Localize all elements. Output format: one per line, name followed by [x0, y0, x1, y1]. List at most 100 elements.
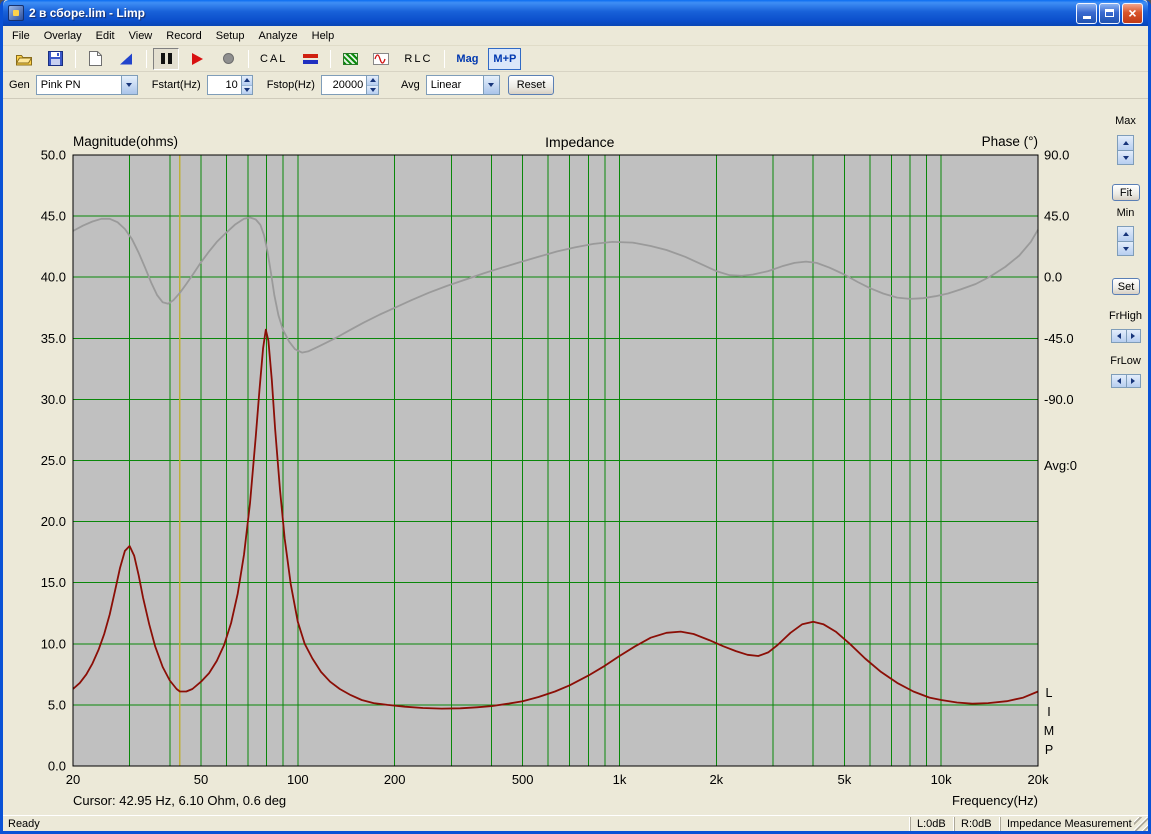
- right-arrow-icon: [1131, 333, 1136, 339]
- document-icon: [88, 51, 102, 66]
- frlow-right-button[interactable]: [1125, 374, 1141, 388]
- play-icon: [191, 52, 203, 65]
- frhigh-right-button[interactable]: [1125, 329, 1141, 343]
- magnitude-tick-label: 40.0: [41, 270, 66, 285]
- max-up-button[interactable]: [1117, 135, 1134, 150]
- menu-edit[interactable]: Edit: [89, 27, 122, 45]
- fstop-down-button[interactable]: [367, 85, 378, 94]
- cursor-readout: Cursor: 42.95 Hz, 6.10 Ohm, 0.6 deg: [73, 793, 287, 808]
- set-button[interactable]: Set: [1112, 278, 1140, 295]
- menu-record[interactable]: Record: [159, 27, 208, 45]
- play-button[interactable]: [184, 48, 210, 70]
- save-button[interactable]: [42, 48, 68, 70]
- frhigh-left-button[interactable]: [1111, 329, 1126, 343]
- reset-button[interactable]: Reset: [507, 75, 555, 95]
- phase-tick-label: 0.0: [1044, 270, 1062, 285]
- minimize-button[interactable]: [1076, 2, 1097, 24]
- pause-button[interactable]: [153, 47, 179, 70]
- maximize-button[interactable]: [1099, 2, 1120, 24]
- calibrate-button[interactable]: CAL: [255, 48, 292, 70]
- fstop-input[interactable]: [321, 76, 367, 94]
- fstop-up-button[interactable]: [367, 76, 378, 86]
- magnitude-tick-label: 25.0: [41, 453, 66, 468]
- chevron-down-icon: [488, 83, 495, 87]
- min-up-button[interactable]: [1117, 226, 1134, 241]
- magnitude-tick-label: 50.0: [41, 148, 66, 163]
- sine-wave-icon: [373, 52, 390, 65]
- up-arrow-icon: [1122, 232, 1129, 236]
- green-stripes-icon: [342, 52, 358, 65]
- copy-button[interactable]: [82, 48, 108, 70]
- fstart-down-button[interactable]: [241, 85, 252, 94]
- menu-file[interactable]: File: [5, 27, 37, 45]
- fstop-label: Fstop(Hz): [266, 79, 315, 91]
- frequency-tick-label: 500: [512, 772, 534, 787]
- frlow-left-button[interactable]: [1111, 374, 1126, 388]
- gen-combobox[interactable]: Pink PN: [35, 75, 138, 95]
- rlc-button[interactable]: RLC: [399, 48, 437, 70]
- resize-grip[interactable]: [1134, 816, 1148, 831]
- frequency-tick-label: 5k: [837, 772, 851, 787]
- left-arrow-icon: [1116, 333, 1121, 339]
- left-arrow-icon: [1116, 378, 1121, 384]
- frhigh-spinner: [1111, 329, 1141, 343]
- pause-icon: [160, 53, 172, 64]
- dropdown-button[interactable]: [120, 76, 137, 94]
- right-arrow-icon: [1131, 378, 1136, 384]
- toolbar-separator: [330, 49, 332, 68]
- phase-tick-label: -90.0: [1044, 392, 1074, 407]
- mp-label: M+P: [493, 52, 517, 65]
- generator-setup-button[interactable]: [113, 48, 139, 70]
- max-down-button[interactable]: [1117, 150, 1134, 165]
- frequency-tick-label: 50: [194, 772, 208, 787]
- app-icon: [8, 5, 24, 21]
- mag-label: Mag: [456, 52, 479, 65]
- floppy-disk-icon: [47, 51, 63, 66]
- toolbar-separator: [444, 49, 446, 68]
- chart-title: Impedance: [545, 134, 615, 150]
- down-arrow-icon: [1122, 155, 1129, 160]
- chart-footer-row: Cursor: 42.95 Hz, 6.10 Ohm, 0.6 deg Freq…: [73, 793, 1038, 808]
- magnitude-view-button[interactable]: Mag: [451, 48, 483, 70]
- magnitude-tick-label: 35.0: [41, 331, 66, 346]
- magnitude-tick-label: 5.0: [48, 697, 66, 712]
- gen-value: Pink PN: [40, 79, 81, 91]
- status-right-level: R:0dB: [954, 816, 1000, 831]
- frequency-tick-label: 20k: [1028, 772, 1049, 787]
- menu-setup[interactable]: Setup: [209, 27, 252, 45]
- impedance-chart[interactable]: 0.0 5.0 10.0 15.0 20.0 25.0 30.0 35.0 40.0 45.0 50…: [3, 99, 1109, 815]
- status-mode: Impedance Measurement: [1000, 816, 1134, 831]
- close-button[interactable]: ×: [1122, 2, 1143, 24]
- menu-analyze[interactable]: Analyze: [251, 27, 304, 45]
- spectrum-button[interactable]: [337, 48, 363, 70]
- title-bar[interactable]: 2 в сборе.lim - Limp ×: [3, 0, 1148, 26]
- down-arrow-icon: [369, 87, 376, 92]
- signal-view-button[interactable]: [368, 48, 394, 70]
- record-button[interactable]: [215, 48, 241, 70]
- fstart-input[interactable]: [207, 76, 241, 94]
- max-spinner: [1117, 135, 1134, 165]
- channels-button[interactable]: [297, 48, 323, 70]
- magnitude-tick-label: 10.0: [41, 636, 66, 651]
- gen-label: Gen: [9, 79, 30, 91]
- menu-help[interactable]: Help: [305, 27, 342, 45]
- toolbar-separator: [75, 49, 76, 68]
- menu-overlay[interactable]: Overlay: [37, 27, 89, 45]
- magnitude-tick-label: 20.0: [41, 514, 66, 529]
- window-controls: ×: [1076, 2, 1143, 24]
- status-left-level: L:0dB: [910, 816, 954, 831]
- fstart-up-button[interactable]: [241, 76, 252, 86]
- frequency-tick-label: 200: [384, 772, 406, 787]
- status-bar: Ready L:0dB R:0dB Impedance Measurement: [3, 815, 1148, 831]
- up-arrow-icon: [369, 78, 376, 83]
- scale-panel: Max Fit Min Set FrHigh FrLow: [1103, 99, 1148, 815]
- magnitude-phase-view-button[interactable]: M+P: [488, 47, 522, 70]
- min-down-button[interactable]: [1117, 241, 1134, 256]
- menu-view[interactable]: View: [122, 27, 160, 45]
- fit-button[interactable]: Fit: [1112, 184, 1140, 201]
- avg-combobox[interactable]: Linear: [425, 75, 500, 95]
- open-button[interactable]: [11, 48, 37, 70]
- dropdown-button[interactable]: [482, 76, 499, 94]
- chevron-down-icon: [126, 83, 133, 87]
- average-counter: Avg:0: [1044, 458, 1078, 473]
